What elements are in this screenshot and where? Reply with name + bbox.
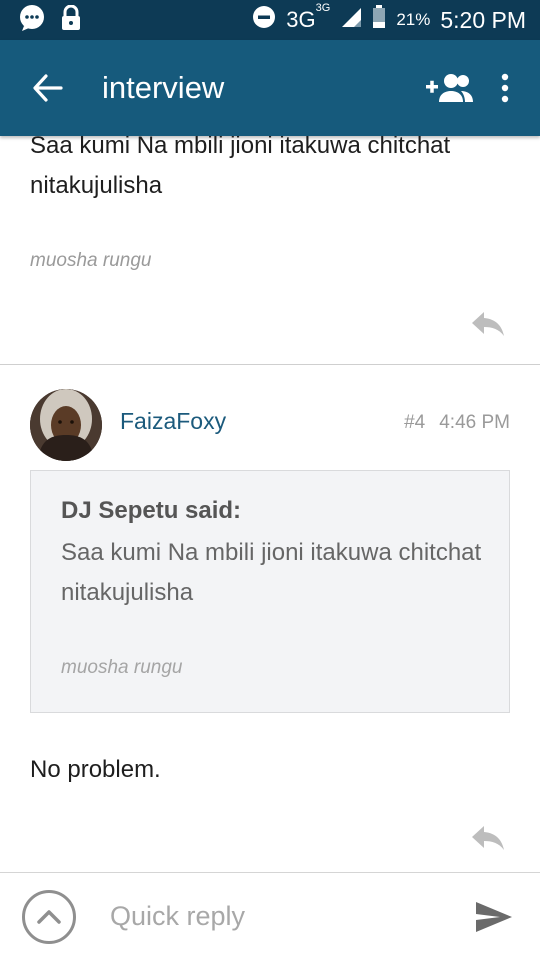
network-sup-label: 3G xyxy=(315,1,331,14)
more-options-button[interactable] xyxy=(490,60,520,116)
chevron-up-icon xyxy=(37,909,61,924)
lock-icon xyxy=(60,4,82,36)
signal-icon xyxy=(340,6,362,34)
post-divider xyxy=(0,364,540,365)
post-body: No problem. xyxy=(30,756,161,783)
quote-text: Saa kumi Na mbili jioni itakuwa chitchat… xyxy=(61,539,482,606)
send-button[interactable] xyxy=(472,895,516,939)
post-signature: muosha rungu xyxy=(30,250,152,271)
network-label: 3G xyxy=(286,7,316,32)
quote-author: DJ Sepetu said: xyxy=(61,497,242,524)
reply-icon xyxy=(472,312,504,336)
battery-percent: 21% xyxy=(396,10,431,29)
add-person-icon xyxy=(426,74,473,102)
reply-button[interactable] xyxy=(470,310,510,340)
quick-reply-bar xyxy=(0,872,540,960)
avatar[interactable] xyxy=(30,389,102,461)
back-arrow-icon xyxy=(33,74,63,102)
post-time: 4:46 PM xyxy=(439,412,510,433)
reply-button[interactable] xyxy=(470,824,510,854)
post-meta: #4 4:46 PM xyxy=(404,412,510,434)
expand-editor-button[interactable] xyxy=(22,889,76,944)
post-number[interactable]: #4 xyxy=(404,412,425,434)
back-button[interactable] xyxy=(18,58,78,118)
chat-bubble-icon xyxy=(18,4,46,37)
quote-block[interactable]: DJ Sepetu said: Saa kumi Na mbili jioni … xyxy=(30,470,510,713)
status-bar: 3G3G 21% 5:20 PM xyxy=(0,0,540,40)
page-title: interview xyxy=(102,70,225,105)
send-icon xyxy=(476,901,512,932)
reply-icon xyxy=(472,826,504,850)
author-link[interactable]: FaizaFoxy xyxy=(120,408,226,435)
more-vert-icon xyxy=(501,73,509,103)
add-person-button[interactable] xyxy=(426,60,474,116)
thread-content: Saa kumi Na mbili jioni itakuwa chitchat… xyxy=(0,136,540,872)
clock: 5:20 PM xyxy=(440,6,526,33)
battery-icon xyxy=(372,5,386,35)
dnd-icon xyxy=(252,5,276,35)
post-body: Saa kumi Na mbili jioni itakuwa chitchat… xyxy=(30,136,451,199)
network-type: 3G3G xyxy=(286,2,330,33)
quote-signature: muosha rungu xyxy=(61,657,183,678)
app-bar: interview xyxy=(0,40,540,136)
quick-reply-input[interactable] xyxy=(110,901,450,932)
